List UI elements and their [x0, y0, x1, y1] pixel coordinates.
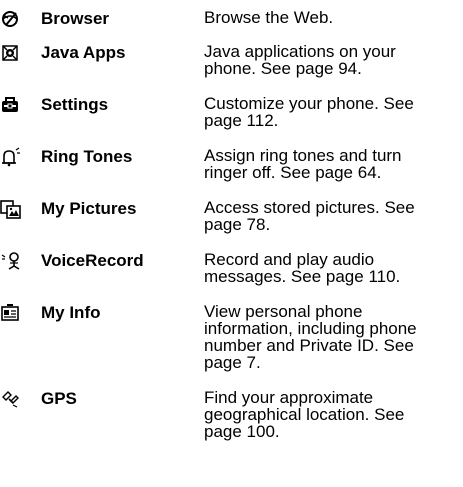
voice-record-icon	[0, 251, 26, 271]
item-name: My Info	[41, 303, 101, 322]
item-name: GPS	[41, 389, 77, 408]
item-description: View personal phone information, includi…	[204, 302, 417, 372]
ring-tones-bell-icon	[0, 147, 26, 167]
item-name: Ring Tones	[41, 147, 133, 166]
item-name: Browser	[41, 9, 110, 28]
item-description: Access stored pictures. See page 78.	[204, 198, 415, 234]
item-description: Assign ring tones and turn ringer off. S…	[204, 146, 402, 182]
item-description: Find your approximate geographical locat…	[204, 388, 405, 441]
item-name: Java Apps	[41, 43, 126, 62]
my-pictures-icon	[0, 199, 26, 219]
java-apps-icon	[0, 43, 26, 63]
gps-satellite-icon	[0, 389, 26, 409]
item-name: VoiceRecord	[41, 251, 144, 270]
item-description: Java applications on your phone. See pag…	[204, 42, 396, 78]
item-name: My Pictures	[41, 199, 137, 218]
item-name: Settings	[41, 95, 109, 114]
settings-toolbox-icon	[0, 95, 26, 115]
item-description: Record and play audio messages. See page…	[204, 250, 401, 286]
item-description: Browse the Web.	[204, 8, 334, 27]
menu-description-list: Browser Browse the Web. Java Apps Java a…	[0, 0, 463, 487]
my-info-card-icon	[0, 303, 26, 323]
browser-globe-icon	[0, 9, 26, 29]
item-description: Customize your phone. See page 112.	[204, 94, 414, 130]
